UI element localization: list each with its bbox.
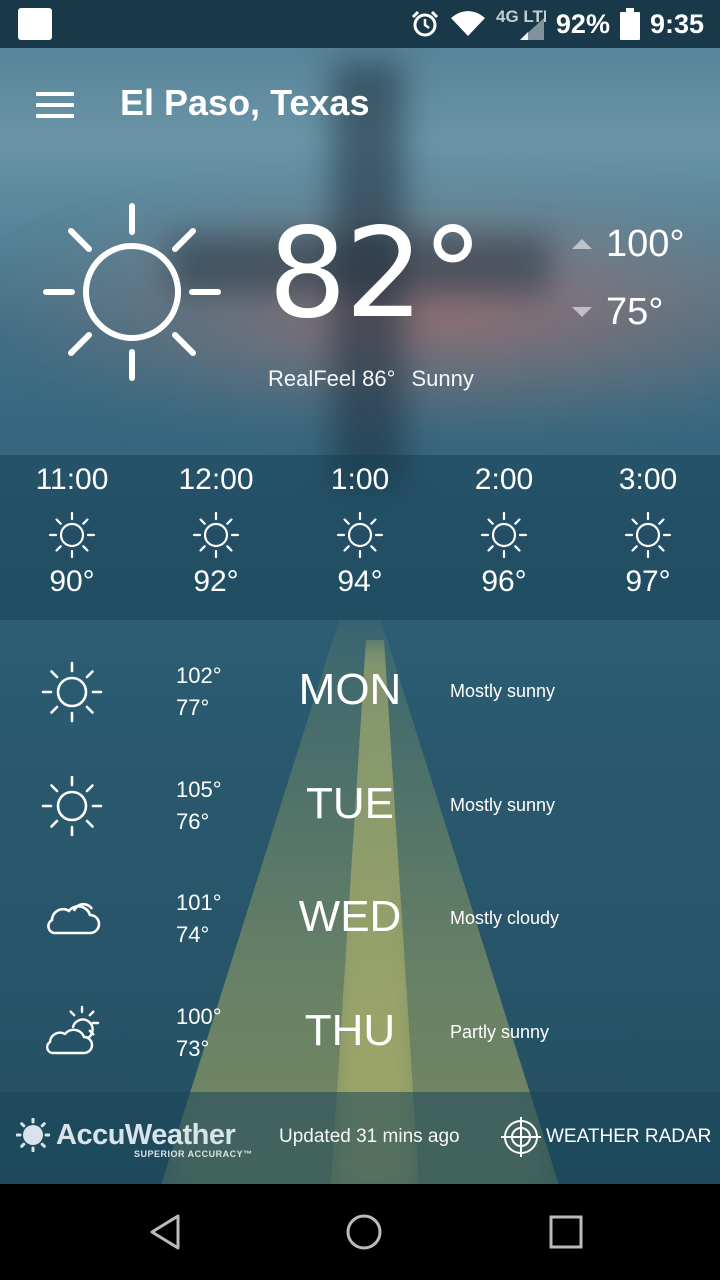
hour-time: 11:00 bbox=[35, 463, 109, 496]
footer: AccuWeather SUPERIOR ACCURACY™ Updated 3… bbox=[0, 1092, 720, 1184]
brand-name: AccuWeather bbox=[56, 1118, 236, 1151]
partly-sunny-icon bbox=[45, 1005, 100, 1054]
day-name: THU bbox=[304, 1005, 396, 1055]
realfeel-text: RealFeel 86° bbox=[268, 366, 396, 391]
day-high: 101° bbox=[176, 890, 222, 915]
arrow-up-icon bbox=[572, 239, 592, 249]
day-high: 102° bbox=[176, 663, 222, 688]
header: El Paso, Texas bbox=[0, 70, 720, 140]
sun-icon bbox=[41, 661, 103, 723]
location-title[interactable]: El Paso, Texas bbox=[120, 82, 369, 124]
recents-icon[interactable] bbox=[546, 1212, 586, 1252]
day-description: Mostly sunny bbox=[450, 794, 556, 815]
navigation-bar bbox=[0, 1184, 720, 1280]
current-temperature: 82° bbox=[268, 202, 484, 346]
battery-icon bbox=[619, 8, 640, 40]
day-row[interactable]: 101° 74° WED Mostly cloudy bbox=[0, 862, 720, 976]
low-temperature: 75° bbox=[606, 290, 664, 333]
hour-temp: 90° bbox=[49, 565, 95, 598]
crosshair-icon bbox=[501, 1117, 541, 1157]
menu-icon[interactable] bbox=[36, 90, 76, 120]
hour-item[interactable]: 1:00 94° bbox=[288, 455, 432, 620]
hour-time: 12:00 bbox=[178, 463, 254, 496]
day-description: Partly sunny bbox=[450, 1021, 550, 1042]
weather-radar-button[interactable]: WEATHER RADAR bbox=[500, 1116, 711, 1158]
arrow-down-icon bbox=[572, 307, 592, 317]
weather-screen: 4G LTE 92% 9:35 El Paso, Texas bbox=[0, 0, 720, 1184]
day-high: 105° bbox=[176, 776, 222, 802]
hour-temp: 94° bbox=[337, 565, 383, 598]
alarm-icon bbox=[411, 10, 438, 37]
realfeel-line: RealFeel 86° Sunny bbox=[268, 366, 474, 392]
accuweather-sun-icon bbox=[16, 1118, 50, 1152]
day-name: MON bbox=[298, 665, 402, 714]
hour-time: 1:00 bbox=[330, 463, 390, 496]
accuweather-logo[interactable]: AccuWeather SUPERIOR ACCURACY™ bbox=[16, 1118, 252, 1159]
low-row: 75° bbox=[572, 288, 712, 336]
day-description: Mostly cloudy bbox=[450, 908, 560, 928]
hour-temp: 97° bbox=[625, 565, 671, 598]
high-row: 100° bbox=[572, 220, 712, 268]
daily-forecast: 102° 77° MON Mostly sunny 105° 76° TUE M… bbox=[0, 635, 720, 1089]
day-description: Mostly sunny bbox=[450, 681, 556, 701]
status-bar: 4G LTE 92% 9:35 bbox=[0, 0, 720, 48]
high-low: 100° 75° bbox=[572, 220, 712, 336]
sun-icon bbox=[624, 511, 672, 559]
clock-time: 9:35 bbox=[649, 8, 704, 39]
day-row[interactable]: 100° 73° THU Partly sunny bbox=[0, 976, 720, 1090]
hour-temp: 96° bbox=[481, 565, 527, 598]
battery-percent: 92% bbox=[555, 8, 610, 39]
sun-icon bbox=[41, 775, 103, 836]
sun-icon bbox=[480, 511, 528, 559]
wifi-icon bbox=[450, 11, 485, 36]
hour-item[interactable]: 3:00 97° bbox=[576, 455, 720, 620]
home-icon[interactable] bbox=[344, 1212, 384, 1252]
status-bar-right: 4G LTE 92% 9:35 bbox=[410, 0, 704, 48]
hour-temp: 92° bbox=[193, 565, 239, 598]
brand-tagline: SUPERIOR ACCURACY™ bbox=[134, 1149, 253, 1159]
day-high: 100° bbox=[176, 1003, 222, 1029]
weather-radar-label: WEATHER RADAR bbox=[546, 1126, 712, 1147]
day-name: TUE bbox=[306, 778, 394, 828]
back-icon[interactable] bbox=[146, 1212, 186, 1252]
hour-time: 3:00 bbox=[618, 463, 678, 496]
sun-icon bbox=[336, 511, 384, 559]
4g-lte-icon: 4G LTE bbox=[496, 7, 546, 40]
high-temperature: 100° bbox=[606, 222, 685, 265]
day-low: 77° bbox=[176, 695, 210, 720]
app-notification-icon bbox=[18, 8, 52, 40]
condition-text: Sunny bbox=[411, 366, 474, 391]
hour-item[interactable]: 11:00 90° bbox=[0, 455, 144, 620]
day-row[interactable]: 102° 77° MON Mostly sunny bbox=[0, 635, 720, 749]
updated-time: Updated 31 mins ago bbox=[279, 1126, 460, 1147]
day-row[interactable]: 105° 76° TUE Mostly sunny bbox=[0, 749, 720, 863]
hourly-forecast[interactable]: 11:00 90° 12:00 92° 1:00 94° 2:00 96° 3:… bbox=[0, 455, 720, 620]
day-low: 74° bbox=[176, 922, 210, 947]
sun-icon bbox=[192, 511, 240, 559]
day-low: 76° bbox=[176, 808, 210, 834]
day-low: 73° bbox=[176, 1035, 210, 1061]
hour-time: 2:00 bbox=[474, 463, 534, 496]
day-name: WED bbox=[298, 892, 402, 941]
current-sun-icon bbox=[43, 203, 221, 381]
sun-icon bbox=[48, 511, 96, 559]
cloud-icon bbox=[47, 902, 101, 935]
hour-item[interactable]: 2:00 96° bbox=[432, 455, 576, 620]
hour-item[interactable]: 12:00 92° bbox=[144, 455, 288, 620]
